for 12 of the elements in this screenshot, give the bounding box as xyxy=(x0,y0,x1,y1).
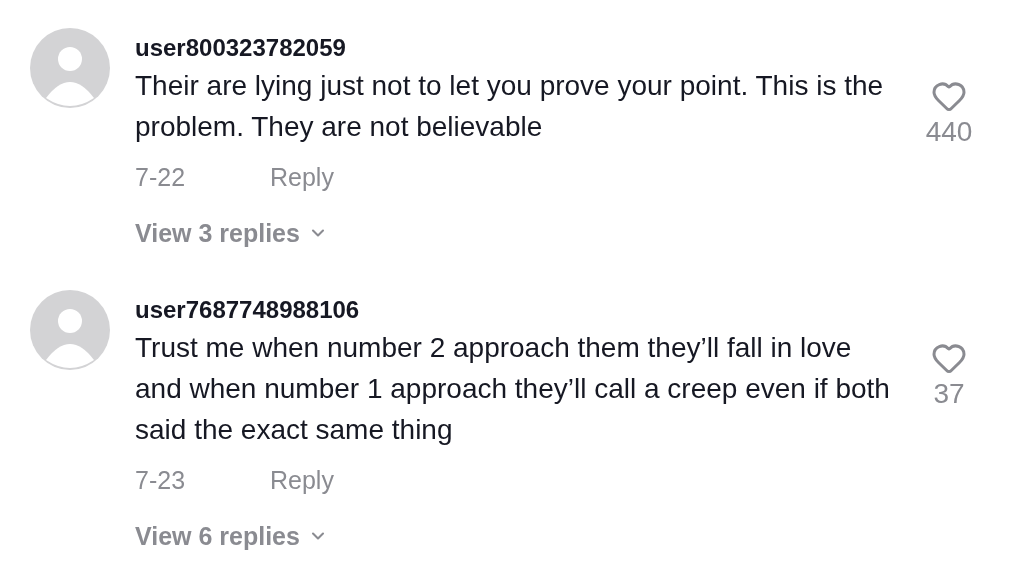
view-replies-button[interactable]: View 6 replies xyxy=(135,517,328,555)
username[interactable]: user7687748988106 xyxy=(135,295,905,325)
comment-text: Trust me when number 2 approach them they’ll fall in love and when number 1 approach they’ll call a creep even if both said the exact same thing xyxy=(135,331,891,447)
like-count: 440 xyxy=(925,115,973,149)
comment-date: 7-22 xyxy=(135,162,187,193)
reply-button[interactable]: Reply xyxy=(270,462,334,500)
like-count: 37 xyxy=(933,377,965,411)
username[interactable]: user800323782059 xyxy=(135,33,905,63)
comment-date: 7-23 xyxy=(135,465,187,496)
view-replies-button[interactable]: View 3 replies xyxy=(135,214,328,252)
reply-button[interactable]: Reply xyxy=(270,159,334,197)
comment-text: Their are lying just not to let you prove your point. This is the problem. They are not believable xyxy=(135,69,885,144)
